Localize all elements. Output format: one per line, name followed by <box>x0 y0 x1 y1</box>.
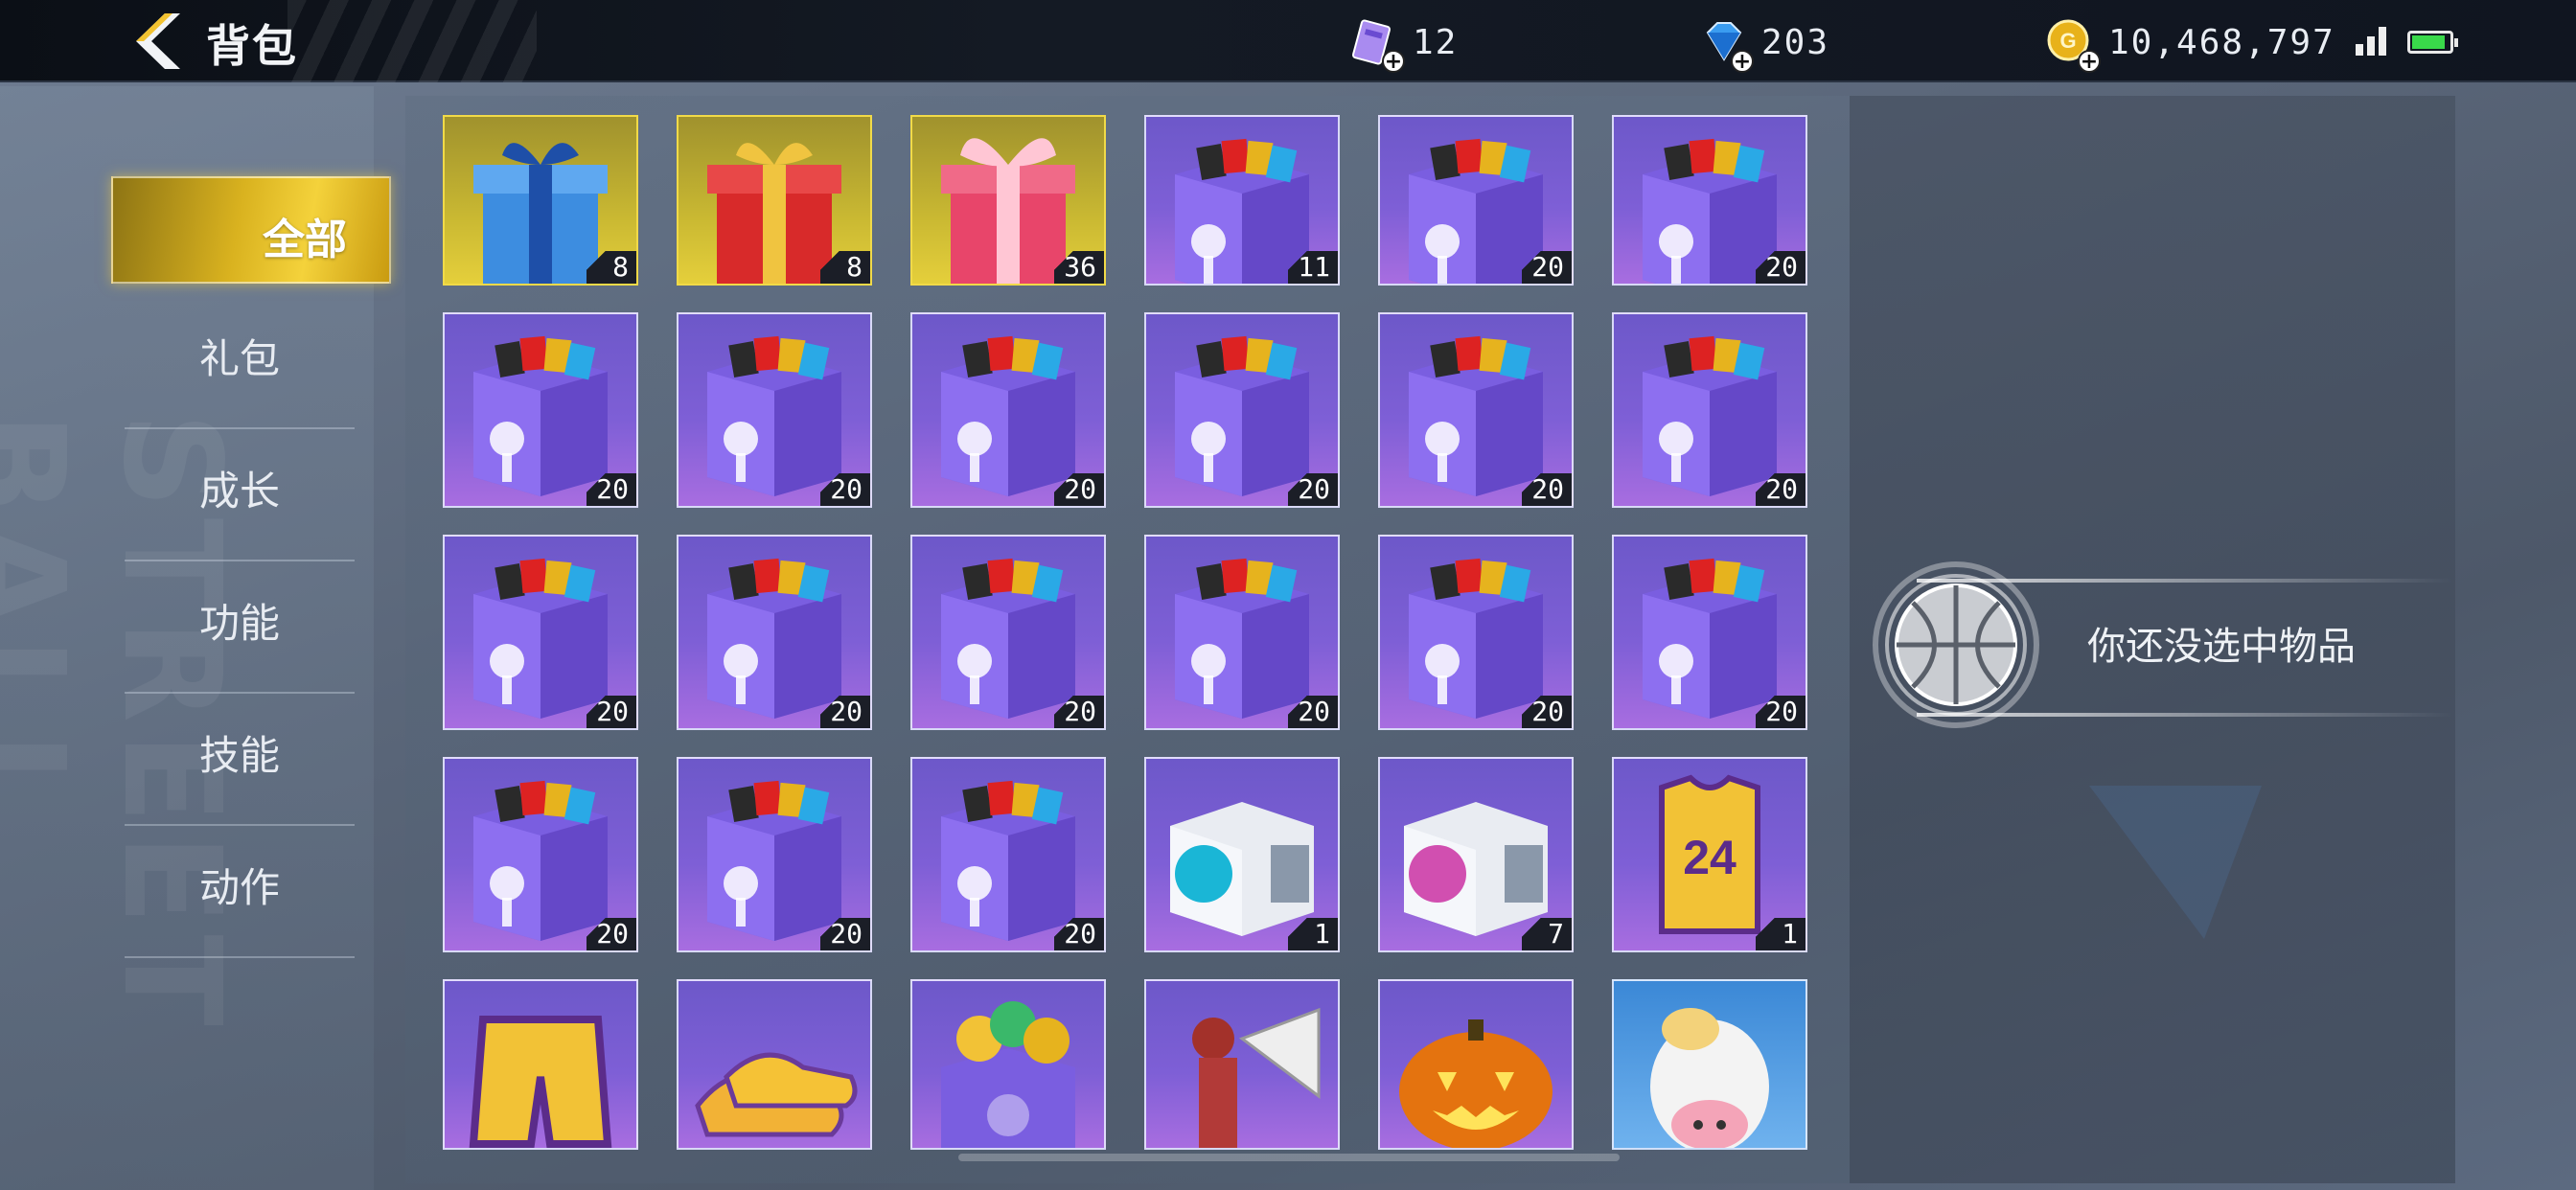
inventory-slot-card-box[interactable]: 20 <box>910 312 1106 508</box>
tab-all[interactable]: 全部 <box>111 176 391 284</box>
item-count-badge: 20 <box>1756 251 1806 284</box>
tab-gift-pack[interactable]: 礼包 <box>125 297 355 429</box>
inventory-slot-sneakers[interactable] <box>677 979 872 1150</box>
tab-function[interactable]: 功能 <box>125 561 355 694</box>
inventory-slot-gift-pink[interactable]: 36 <box>910 115 1106 286</box>
add-ticket-icon[interactable]: + <box>1382 50 1405 73</box>
battery-icon <box>2407 31 2458 54</box>
item-count-badge: 20 <box>820 473 870 506</box>
inventory-slot-card-box[interactable]: 20 <box>1612 535 1807 730</box>
badge-box-icon <box>941 1001 1075 1148</box>
inventory-slot-card-box[interactable]: 20 <box>910 535 1106 730</box>
coin-count: 10,468,797 <box>2108 22 2335 62</box>
shorts-icon <box>469 1016 612 1148</box>
svg-text:24: 24 <box>1683 831 1736 884</box>
inventory-slot-white-box-cyan[interactable]: 1 <box>1144 757 1340 952</box>
ticket-count: 12 <box>1413 22 1459 62</box>
item-count-badge: 1 <box>1288 918 1338 950</box>
diamond-icon: + <box>1698 17 1754 73</box>
inventory-slot-card-box[interactable]: 20 <box>677 535 872 730</box>
inventory-slot-card-box[interactable]: 20 <box>910 757 1106 952</box>
inventory-slot-card-box[interactable]: 20 <box>1612 312 1807 508</box>
diamond-count: 203 <box>1761 22 1830 62</box>
item-count-badge: 20 <box>1054 918 1104 950</box>
item-count-badge: 1 <box>1756 918 1806 950</box>
inventory-slot-card-box[interactable]: 20 <box>443 757 638 952</box>
add-coin-icon[interactable]: + <box>2078 50 2101 73</box>
tab-label: 全部 <box>263 216 347 264</box>
add-diamond-icon[interactable]: + <box>1731 50 1754 73</box>
inventory-slot-card-box[interactable]: 20 <box>1378 115 1574 286</box>
svg-text:G: G <box>2059 29 2076 53</box>
item-count-badge: 20 <box>820 696 870 728</box>
inventory-scrollbar[interactable] <box>958 1154 1620 1161</box>
tab-growth[interactable]: 成长 <box>125 429 355 561</box>
item-count-badge: 8 <box>820 251 870 284</box>
back-arrow-icon <box>136 13 180 69</box>
item-count-badge: 20 <box>586 473 636 506</box>
inventory-slot-card-box[interactable]: 20 <box>1612 115 1807 286</box>
inventory-slot-shorts[interactable] <box>443 979 638 1150</box>
item-count-badge: 20 <box>586 918 636 950</box>
item-count-badge: 7 <box>1522 918 1572 950</box>
item-count-badge: 20 <box>1522 251 1572 284</box>
inventory-slot-white-box-pink[interactable]: 7 <box>1378 757 1574 952</box>
sneakers-icon <box>695 1052 858 1137</box>
inventory-slot-card-box[interactable]: 20 <box>677 757 872 952</box>
item-count-badge: 20 <box>586 696 636 728</box>
inventory-slot-pumpkin[interactable] <box>1378 979 1574 1150</box>
tab-skill[interactable]: 技能 <box>125 694 355 826</box>
inventory-slot-jersey-24[interactable]: 24 1 <box>1612 757 1807 952</box>
item-count-badge: 20 <box>1756 696 1806 728</box>
no-selection-text: 你还没选中物品 <box>2087 625 2356 669</box>
item-count-badge: 11 <box>1288 251 1338 284</box>
inventory-slot-card-box[interactable]: 20 <box>1144 535 1340 730</box>
item-count-badge: 36 <box>1054 251 1104 284</box>
inventory-slot-cow-head[interactable] <box>1612 979 1807 1150</box>
inventory-slot-card-box[interactable]: 20 <box>1378 312 1574 508</box>
inventory-slot-card-box[interactable]: 20 <box>443 312 638 508</box>
decorative-triangle <box>2089 786 2262 939</box>
coin-resource[interactable]: G + 10,468,797 <box>2045 17 2335 73</box>
inventory-slot-turkey-fan[interactable] <box>1144 979 1340 1150</box>
gold-coin-icon: G + <box>2045 17 2101 73</box>
pumpkin-icon <box>1399 1019 1552 1148</box>
item-count-badge: 20 <box>1054 473 1104 506</box>
inventory-slot-badge-box[interactable] <box>910 979 1106 1150</box>
inventory-slot-card-box[interactable]: 20 <box>1144 312 1340 508</box>
page-title: 背包 <box>206 20 298 72</box>
inventory-slot-card-box[interactable]: 11 <box>1144 115 1340 286</box>
inventory-slot-gift-blue[interactable]: 8 <box>443 115 638 286</box>
inventory-slot-card-box[interactable]: 20 <box>1378 535 1574 730</box>
turkey-fan-icon <box>1192 1007 1321 1148</box>
inventory-slot-card-box[interactable]: 20 <box>443 535 638 730</box>
item-count-badge: 20 <box>1522 473 1572 506</box>
item-count-badge: 20 <box>820 918 870 950</box>
ticket-resource[interactable]: + 12 <box>1349 17 1459 73</box>
signal-icon <box>2356 27 2386 56</box>
diamond-resource[interactable]: + 203 <box>1698 17 1830 73</box>
item-count-badge: 20 <box>1288 473 1338 506</box>
item-count-badge: 20 <box>1756 473 1806 506</box>
basketball-icon <box>1873 561 2039 728</box>
item-count-badge: 20 <box>1054 696 1104 728</box>
cow-head-icon <box>1650 1008 1769 1148</box>
inventory-slot-card-box[interactable]: 20 <box>677 312 872 508</box>
item-count-badge: 20 <box>1288 696 1338 728</box>
tab-action[interactable]: 动作 <box>125 826 355 958</box>
back-button[interactable] <box>125 11 182 71</box>
topbar-decoration <box>288 0 537 82</box>
item-count-badge: 20 <box>1522 696 1572 728</box>
inventory-panel: 8 8 36 11 20 20 20 20 20 20 20 20 20 20 20 20 20 20 20 20 20… <box>405 96 1850 1183</box>
ticket-icon: + <box>1349 17 1405 73</box>
item-count-badge: 8 <box>586 251 636 284</box>
inventory-slot-gift-red[interactable]: 8 <box>677 115 872 286</box>
